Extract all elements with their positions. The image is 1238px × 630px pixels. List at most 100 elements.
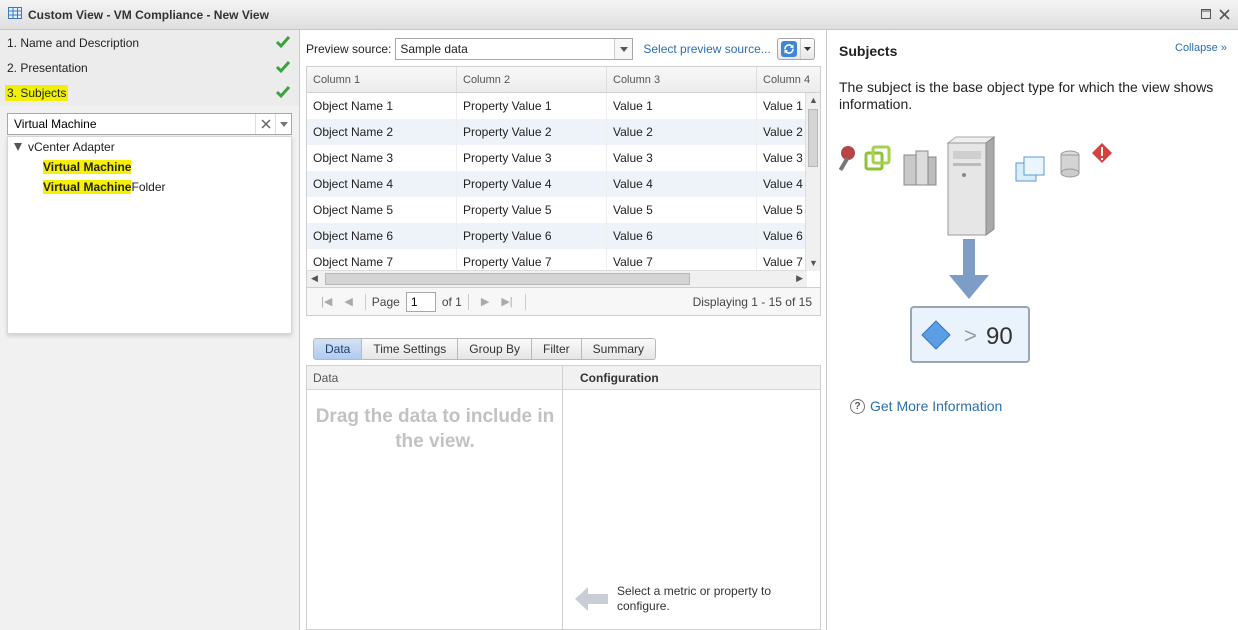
get-more-information-link[interactable]: ? Get More Information [850, 398, 1002, 414]
table-cell: Object Name 2 [307, 119, 457, 145]
badge-value: 90 [986, 323, 1013, 350]
table-cell: Value 3 [757, 145, 807, 171]
check-icon [275, 86, 291, 99]
datastore-icon [1060, 150, 1080, 178]
maximize-icon[interactable] [1200, 8, 1212, 20]
next-page-icon[interactable]: ▶ [481, 295, 489, 308]
preview-source-select[interactable]: Sample data [395, 38, 634, 60]
step-presentation[interactable]: 2. Presentation [0, 55, 299, 80]
table-cell: Property Value 6 [457, 223, 607, 249]
select-metric-hint: Select a metric or property to configure… [575, 584, 787, 614]
tab-time-settings[interactable]: Time Settings [362, 338, 459, 360]
table-cell: Property Value 2 [457, 119, 607, 145]
table-cell: Value 7 [757, 249, 807, 271]
tree-node-virtual-machine-folder[interactable]: Virtual Machine Folder [8, 177, 291, 197]
collapse-label: Collapse [1175, 42, 1218, 54]
collapse-link[interactable]: Collapse » [1175, 42, 1227, 54]
first-page-icon[interactable]: |◀ [321, 295, 332, 308]
search-match-highlight: Virtual Machine [43, 160, 132, 174]
table-cell: Value 1 [757, 93, 807, 119]
scroll-down-icon[interactable]: ▼ [809, 259, 818, 268]
table-cell: Value 2 [607, 119, 757, 145]
check-icon [275, 61, 291, 74]
subject-search-input[interactable] [8, 114, 255, 134]
window-title: Custom View - VM Compliance - New View [28, 7, 269, 22]
table-cell: Property Value 1 [457, 93, 607, 119]
server-icon [946, 136, 996, 236]
table-row[interactable]: Object Name 2 Property Value 2 Value 2 V… [307, 119, 807, 145]
table-cell: Value 3 [607, 145, 757, 171]
table-cell: Value 2 [757, 119, 807, 145]
table-row[interactable]: Object Name 5 Property Value 5 Value 5 V… [307, 197, 807, 223]
table-row[interactable]: Object Name 1 Property Value 1 Value 1 V… [307, 93, 807, 119]
refresh-icon [778, 39, 800, 59]
tab-summary[interactable]: Summary [581, 338, 656, 360]
title-bar: Custom View - VM Compliance - New View [0, 0, 1238, 30]
scroll-thumb[interactable] [808, 109, 818, 167]
config-tabs: Data Time Settings Group By Filter Summa… [313, 338, 656, 360]
arrow-down-icon [949, 239, 989, 299]
step-subjects[interactable]: 3. Subjects [0, 80, 299, 105]
table-row[interactable]: Object Name 7 Property Value 7 Value 7 V… [307, 249, 807, 271]
tree-node-virtual-machine[interactable]: Virtual Machine [8, 157, 291, 177]
table-cell: Value 6 [757, 223, 807, 249]
select-preview-source-link[interactable]: Select preview source... [643, 42, 770, 56]
divider [467, 293, 469, 310]
column-header[interactable]: Column 1 [307, 67, 457, 92]
table-cell: Property Value 3 [457, 145, 607, 171]
table-cell: Object Name 4 [307, 171, 457, 197]
column-header[interactable]: Column 2 [457, 67, 607, 92]
check-icon [275, 36, 291, 49]
table-cell: Property Value 5 [457, 197, 607, 223]
step-name-description[interactable]: 1. Name and Description [0, 30, 299, 55]
vsphere-icon [864, 145, 891, 171]
subject-tree: vCenter Adapter Virtual Machine Virtual … [7, 136, 292, 334]
virtual-machine-icon [1015, 156, 1045, 182]
page-label: Page [371, 294, 400, 309]
select-metric-text: Select a metric or property to configure… [617, 584, 772, 613]
double-chevron-right-icon: » [1220, 42, 1227, 54]
preview-grid: Column 1 Column 2 Column 3 Column 4 Obje… [306, 66, 821, 288]
page-number-input[interactable] [405, 291, 436, 312]
scroll-up-icon[interactable]: ▲ [809, 96, 818, 105]
chevron-down-icon[interactable] [799, 39, 814, 59]
chevron-down-icon[interactable] [614, 39, 633, 59]
subjects-help-panel: Subjects Collapse » The subject is the b… [828, 30, 1238, 630]
horizontal-scrollbar[interactable]: ◀ ▶ [307, 270, 807, 287]
table-row[interactable]: Object Name 6 Property Value 6 Value 6 V… [307, 223, 807, 249]
divider [524, 293, 526, 310]
step-label: 2. Presentation [7, 60, 88, 75]
data-column-header: Data [307, 366, 562, 390]
expand-triangle-icon[interactable] [14, 143, 22, 151]
column-header[interactable]: Column 4 [757, 67, 820, 92]
tool-icon [838, 146, 855, 172]
data-drop-zone[interactable]: Data Drag the data to include in the vie… [307, 366, 563, 629]
scroll-thumb[interactable] [325, 273, 690, 285]
table-cell: Value 5 [607, 197, 757, 223]
clear-icon[interactable] [255, 114, 275, 134]
grid-view-icon [8, 7, 22, 22]
scroll-left-icon[interactable]: ◀ [311, 274, 318, 283]
table-row[interactable]: Object Name 4 Property Value 4 Value 4 V… [307, 171, 807, 197]
vertical-scrollbar[interactable]: ▲ ▼ [805, 93, 820, 271]
close-icon[interactable] [1218, 8, 1230, 20]
refresh-button[interactable] [776, 38, 815, 60]
table-cell: Value 1 [607, 93, 757, 119]
table-cell: Object Name 5 [307, 197, 457, 223]
tab-data[interactable]: Data [313, 338, 363, 360]
chevron-down-icon[interactable] [275, 114, 291, 134]
tree-node-vcenter-adapter[interactable]: vCenter Adapter [8, 137, 291, 157]
subject-description: The subject is the base object type for … [839, 79, 1214, 112]
table-cell: Object Name 1 [307, 93, 457, 119]
scroll-right-icon[interactable]: ▶ [796, 274, 803, 283]
configuration-pane: Configuration Select a metric or propert… [563, 366, 820, 629]
last-page-icon[interactable]: ▶| [501, 295, 512, 308]
table-cell: Value 4 [607, 171, 757, 197]
wizard-sidebar: 1. Name and Description 2. Presentation … [0, 30, 300, 630]
configuration-header: Configuration [563, 366, 820, 390]
previous-page-icon[interactable]: ◀ [344, 295, 352, 308]
tab-group-by[interactable]: Group By [458, 338, 532, 360]
table-row[interactable]: Object Name 3 Property Value 3 Value 3 V… [307, 145, 807, 171]
tab-filter[interactable]: Filter [531, 338, 582, 360]
column-header[interactable]: Column 3 [607, 67, 757, 92]
